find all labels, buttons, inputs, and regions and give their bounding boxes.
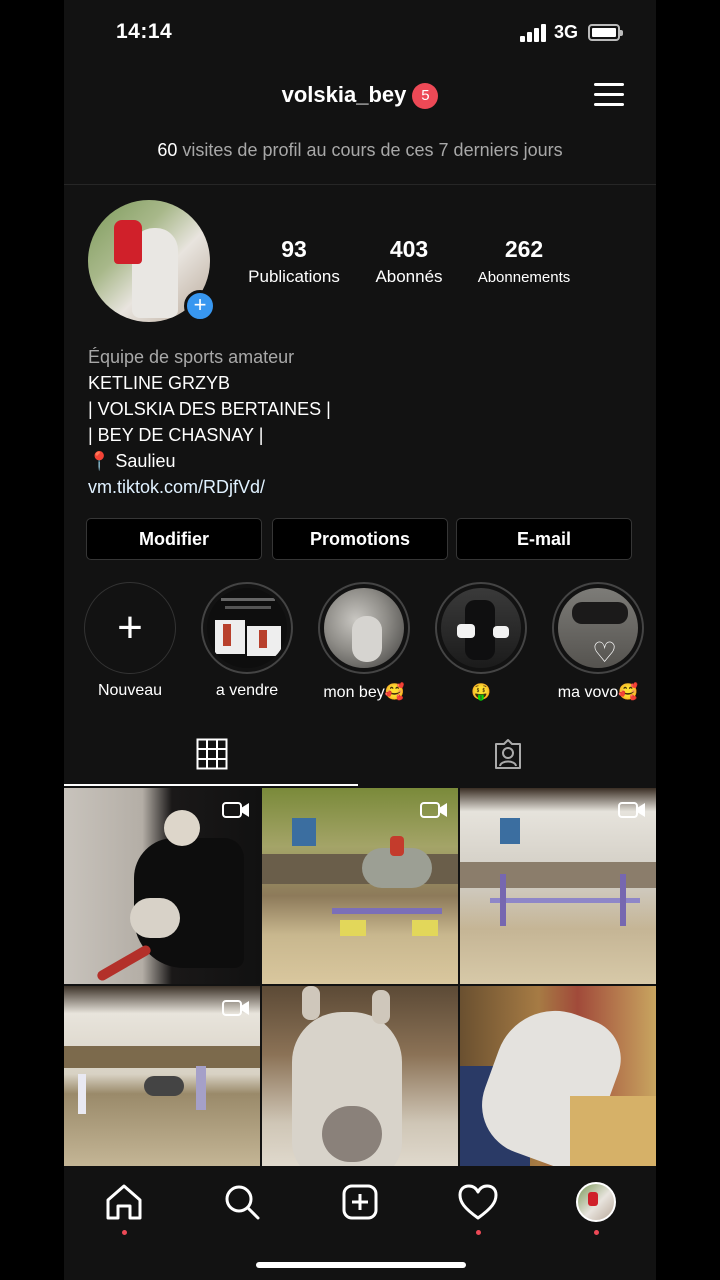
stat-value: 93 [281,236,307,262]
profile-tabs [64,720,656,786]
highlight-item[interactable]: a vendre [197,582,297,700]
bio-link[interactable]: vm.tiktok.com/RDjfVd/ [88,474,628,500]
posts-grid [64,788,656,1182]
profile-avatar-icon [576,1182,616,1222]
plus-icon[interactable]: + [84,582,176,674]
highlight-new[interactable]: + Nouveau [80,582,180,700]
home-notification-dot [122,1230,127,1235]
post-thumbnail[interactable] [64,986,260,1182]
post-thumbnail[interactable] [460,788,656,984]
bottom-navigation [64,1166,656,1280]
notification-badge: 5 [412,83,439,109]
highlight-label: 🤑 [471,684,491,701]
bio-category: Équipe de sports amateur [88,347,295,367]
video-camera-icon [420,802,447,818]
status-time: 14:14 [116,20,173,43]
username: volskia_bey [281,82,407,107]
nav-activity[interactable] [454,1178,502,1235]
tab-tagged[interactable] [360,720,656,786]
highlight-cover [324,588,404,668]
signal-icon [520,24,548,42]
home-indicator [256,1262,466,1268]
post-thumbnail[interactable] [460,986,656,1182]
profile-actions: Modifier Promotions E-mail [86,518,634,560]
activity-notification-dot [476,1230,481,1235]
story-highlights: + Nouveau a vendre mon bey🥰 🤑 ♡ ma vovo🥰 [64,582,656,702]
tab-grid[interactable] [64,720,360,786]
stat-label: Abonnements [477,269,571,286]
post-thumbnail[interactable] [262,788,458,984]
highlight-item[interactable]: mon bey🥰 [314,582,414,702]
bio-line: | BEY DE CHASNAY | [88,425,264,445]
stat-followers[interactable]: 403 Abonnés [354,236,464,287]
profile-header: volskia_bey 5 [64,74,656,118]
highlight-item[interactable]: 🤑 [431,582,531,702]
visits-count: 60 [157,140,178,160]
profile-stats: 93 Publications 403 Abonnés 262 Abonneme… [234,236,584,296]
bio-line: KETLINE GRZYB [88,373,231,393]
stat-value: 403 [389,236,429,262]
divider [64,184,656,185]
grid-icon [196,738,228,770]
highlight-cover [441,588,521,668]
nav-home[interactable] [100,1178,148,1235]
profile-notification-dot [594,1230,599,1235]
post-thumbnail[interactable] [262,986,458,1182]
bio-line: | VOLSKIA DES BERTAINES | [88,399,331,419]
email-button[interactable]: E-mail [456,518,632,560]
profile-bio: Équipe de sports amateur KETLINE GRZYB |… [88,344,628,500]
username-switcher[interactable]: volskia_bey 5 [64,82,656,109]
edit-profile-button[interactable]: Modifier [86,518,262,560]
video-camera-icon [222,802,249,818]
nav-search[interactable] [218,1178,266,1226]
highlight-label: mon bey🥰 [323,684,405,701]
add-story-icon[interactable]: + [184,290,216,322]
network-label: 3G [554,22,579,42]
profile-visits-banner[interactable]: 60 visites de profil au cours de ces 7 d… [64,140,656,161]
highlight-label: a vendre [215,682,279,699]
menu-icon[interactable] [594,82,626,110]
status-bar: 14:14 3G [64,0,656,66]
stat-label: Publications [248,267,340,286]
battery-icon [588,24,623,41]
promotions-button[interactable]: Promotions [272,518,448,560]
stat-value: 262 [504,236,544,262]
highlight-label: ma vovo🥰 [557,684,639,701]
search-icon [225,1185,260,1220]
highlight-label: Nouveau [97,682,163,699]
home-icon [106,1184,142,1220]
phone-screen: 14:14 3G volskia_bey 5 60 visites de prof… [64,0,656,1280]
post-thumbnail[interactable] [64,788,260,984]
tagged-user-icon [495,739,521,769]
new-post-icon [342,1184,378,1220]
profile-avatar[interactable]: + [88,200,216,324]
heart-icon [458,1184,498,1220]
bio-location: 📍 Saulieu [88,451,176,471]
highlight-cover [207,588,287,668]
stat-label: Abonnés [375,267,443,286]
stat-publications[interactable]: 93 Publications [234,236,354,287]
video-camera-icon [618,802,645,818]
visits-text: visites de profil au cours de ces 7 dern… [182,140,563,160]
nav-profile[interactable] [572,1178,620,1235]
stat-following[interactable]: 262 Abonnements [464,236,584,286]
video-camera-icon [222,1000,249,1016]
nav-new-post[interactable] [336,1178,384,1226]
highlight-cover: ♡ [558,588,638,668]
highlight-item[interactable]: ♡ ma vovo🥰 [548,582,648,702]
